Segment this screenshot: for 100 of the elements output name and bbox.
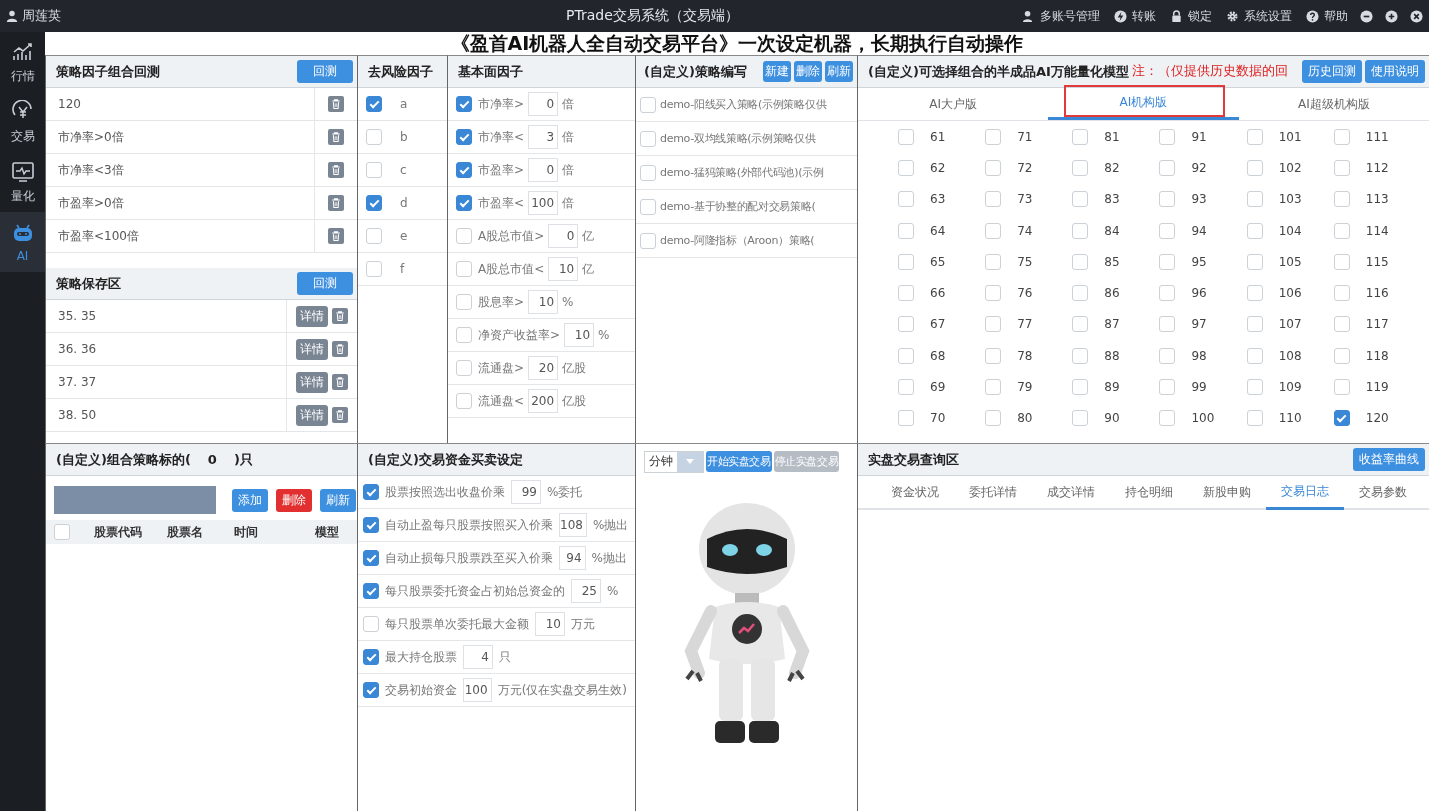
detail-button[interactable]: 详情 [296,404,328,426]
chart-button[interactable]: 收益率曲线 [1353,448,1425,471]
checkbox[interactable] [985,159,1002,176]
detail-button[interactable]: 详情 [296,305,328,327]
detail-button[interactable]: 详情 [296,371,328,393]
delete-icon[interactable] [332,407,348,423]
checkbox[interactable] [363,550,379,566]
checkbox[interactable] [363,517,379,533]
value-field[interactable]: 10 [535,612,565,636]
checkbox[interactable] [1246,347,1263,364]
value-field[interactable]: 108 [559,513,587,537]
checkbox[interactable] [985,128,1002,145]
checkbox[interactable] [54,524,70,540]
checkbox[interactable] [898,316,914,333]
value-field[interactable]: 4 [463,645,493,669]
delete-icon[interactable] [328,195,344,211]
checkbox[interactable] [1159,410,1176,427]
sidebar-item[interactable]: AI [0,212,45,272]
tab[interactable]: 持仓明细 [1110,476,1188,508]
checkbox[interactable] [456,294,472,310]
checkbox[interactable] [640,96,656,113]
checkbox[interactable] [1333,285,1350,302]
checkbox[interactable] [456,360,472,376]
delete-icon[interactable] [332,308,348,324]
checkbox[interactable] [1333,379,1350,395]
value-field[interactable]: 20 [528,356,559,380]
value-field[interactable]: 10 [548,257,579,281]
checkbox[interactable] [456,129,472,145]
toolbar-button[interactable]: 刷新 [320,488,356,512]
value-field[interactable]: 100 [463,678,492,702]
checkbox[interactable] [363,616,379,632]
checkbox[interactable] [456,195,472,211]
checkbox[interactable] [1159,253,1176,270]
backtest-button[interactable]: 回测 [297,60,353,83]
tab[interactable]: 成交详情 [1032,476,1110,508]
value-field[interactable]: 94 [559,546,586,570]
toolbar-button[interactable]: 新建 [763,61,791,82]
checkbox[interactable] [1333,191,1350,208]
checkbox[interactable] [1072,316,1089,333]
tab[interactable]: 交易日志 [1266,476,1344,510]
checkbox[interactable] [898,379,914,395]
checkbox[interactable] [366,261,382,277]
checkbox[interactable] [1246,191,1263,208]
checkbox[interactable] [898,347,914,364]
checkbox[interactable] [1333,253,1350,270]
sidebar-item[interactable]: 行情 [0,32,45,92]
detail-button[interactable]: 详情 [296,338,328,360]
checkbox[interactable] [640,130,656,147]
checkbox[interactable] [1246,128,1263,145]
checkbox[interactable] [985,285,1002,302]
checkbox[interactable] [985,379,1002,395]
checkbox[interactable] [1072,253,1089,270]
delete-icon[interactable] [328,228,344,244]
checkbox[interactable] [456,393,472,409]
tab[interactable]: 新股申购 [1188,476,1266,508]
checkbox[interactable] [1333,410,1350,427]
checkbox[interactable] [1246,253,1263,270]
checkbox[interactable] [985,316,1002,333]
toolbar-button[interactable]: 使用说明 [1365,60,1425,83]
checkbox[interactable] [1246,410,1263,427]
value-field[interactable]: 0 [528,92,559,116]
value-field[interactable]: 0 [548,224,579,248]
checkbox[interactable] [366,228,382,244]
strategy-name[interactable]: demo-阳线买入策略(示例策略仅供 [660,97,827,112]
checkbox[interactable] [985,253,1002,270]
checkbox[interactable] [1072,379,1089,395]
checkbox[interactable] [456,96,472,112]
checkbox[interactable] [1159,347,1176,364]
value-field[interactable]: 10 [528,290,559,314]
checkbox[interactable] [456,162,472,178]
checkbox[interactable] [363,583,379,599]
sidebar-item[interactable]: 交易 [0,92,45,152]
tab[interactable]: AI超级机构版 [1238,88,1429,120]
toolbar-button[interactable]: 刷新 [825,61,853,82]
checkbox[interactable] [898,128,914,145]
value-field[interactable]: 99 [511,480,541,504]
menu-item[interactable]: 转账 [1114,7,1156,25]
strategy-name[interactable]: demo-猛犸策略(外部代码池)(示例 [660,165,824,180]
checkbox[interactable] [366,96,382,112]
delete-icon[interactable] [328,96,344,112]
backtest-button[interactable]: 回测 [297,272,353,295]
checkbox[interactable] [985,222,1002,239]
checkbox[interactable] [1333,347,1350,364]
trade-button[interactable]: 开始实盘交易 [706,451,772,472]
checkbox[interactable] [363,649,379,665]
checkbox[interactable] [985,191,1002,208]
interval-dropdown[interactable]: 分钟 [644,450,704,473]
menu-item[interactable]: 系统设置 [1226,7,1292,25]
maximize-icon[interactable] [1385,9,1398,23]
checkbox[interactable] [898,191,914,208]
toolbar-button[interactable]: 历史回测 [1302,60,1362,83]
checkbox[interactable] [1333,128,1350,145]
minimize-icon[interactable] [1360,9,1373,23]
strategy-name[interactable]: demo-双均线策略(示例策略仅供 [660,131,816,146]
checkbox[interactable] [363,484,379,500]
checkbox[interactable] [898,159,914,176]
checkbox[interactable] [1333,159,1350,176]
checkbox[interactable] [456,327,472,343]
checkbox[interactable] [640,164,656,181]
checkbox[interactable] [1072,222,1089,239]
